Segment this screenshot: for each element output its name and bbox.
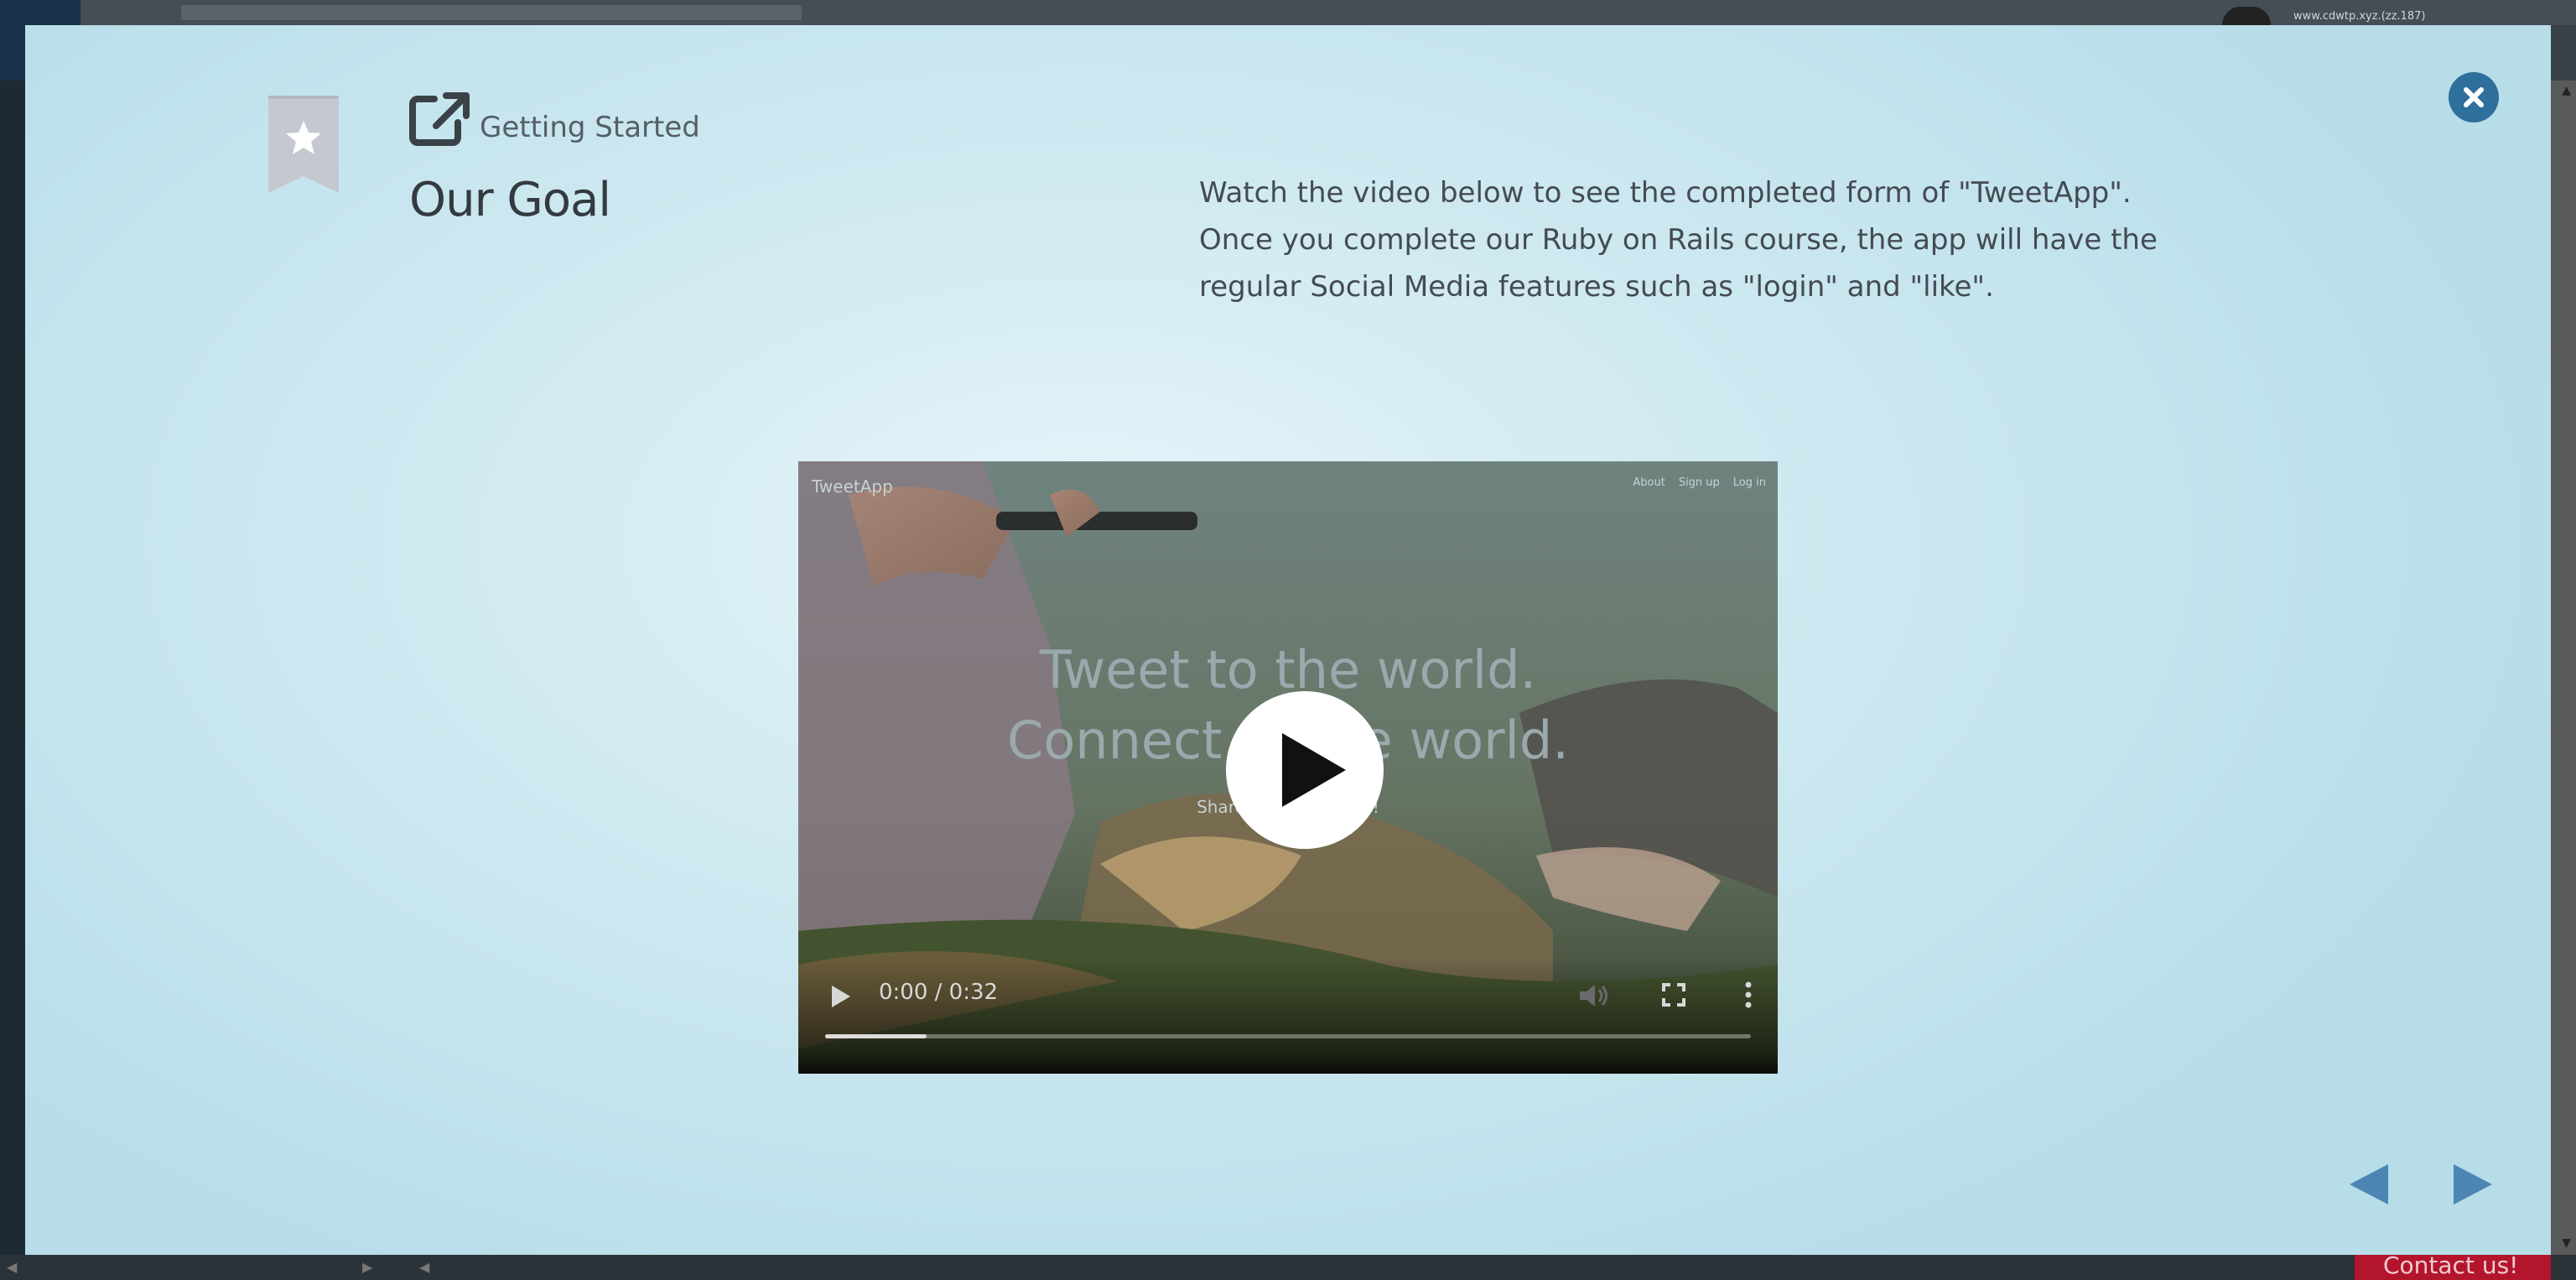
video-player[interactable]: TweetApp About Sign up Log in Tweet to t… (798, 461, 1778, 1074)
section-subtitle: Getting Started (480, 111, 700, 144)
scroll-right-icon: ▶ (362, 1259, 373, 1275)
background-user-label: www.cdwtp.xyz.(zz.187) (2293, 10, 2426, 23)
scroll-up-icon: ▲ (2562, 84, 2571, 97)
video-brand: TweetApp (812, 476, 893, 497)
background-search-bar (181, 5, 802, 20)
video-headline: Tweet to the world. (1039, 639, 1537, 700)
background-bottombar: ◀ ▶ ◀ (0, 1255, 2576, 1280)
page-title: Our Goal (409, 173, 611, 227)
video-progress-fill (825, 1034, 927, 1038)
background-topbar (80, 0, 2576, 25)
scroll-left-icon: ◀ (419, 1259, 430, 1275)
scroll-down-icon: ▼ (2562, 1236, 2571, 1250)
background-vertical-scrollbar (2551, 81, 2576, 1255)
play-icon[interactable] (830, 985, 852, 1008)
video-nav-signup: Sign up (1678, 476, 1720, 489)
description-line: regular Social Media features such as "l… (1199, 270, 1994, 304)
video-nav-about: About (1633, 476, 1665, 489)
triangle-left-icon[interactable] (2348, 1163, 2390, 1206)
more-options-icon[interactable] (1744, 981, 1753, 1008)
close-icon (2464, 87, 2484, 107)
video-nav-login: Log in (1732, 476, 1766, 489)
video-progress-bar[interactable] (825, 1034, 1751, 1038)
description-line: Watch the video below to see the complet… (1199, 176, 2132, 210)
scroll-left-icon: ◀ (7, 1259, 18, 1275)
heading-row: Getting Started (409, 91, 700, 146)
close-button[interactable] (2449, 72, 2499, 122)
big-play-button[interactable] (1226, 691, 1384, 849)
video-nav: About Sign up Log in (1633, 476, 1766, 489)
description: Watch the video below to see the complet… (1199, 169, 2306, 310)
modal-dialog: Getting Started Our Goal Watch the video… (25, 25, 2551, 1255)
external-link-icon (409, 91, 471, 146)
description-line: Once you complete our Ruby on Rails cour… (1199, 223, 2158, 257)
fullscreen-icon[interactable] (1662, 983, 1685, 1007)
video-time: 0:00 / 0:32 (879, 980, 999, 1005)
play-icon (1282, 733, 1346, 807)
bookmark-star-icon (267, 96, 340, 195)
volume-icon[interactable] (1578, 983, 1608, 1008)
triangle-right-icon[interactable] (2452, 1163, 2494, 1206)
video-controls: 0:00 / 0:32 (798, 956, 1778, 1074)
